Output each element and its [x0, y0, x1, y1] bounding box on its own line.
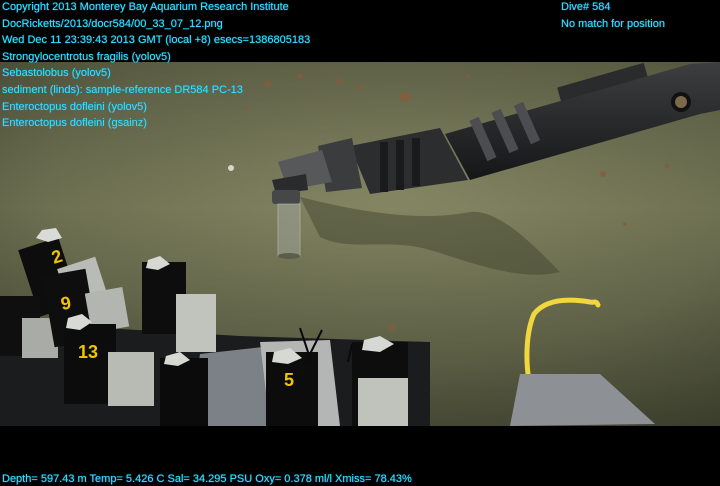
annotation-octopus-gsainz: Enteroctopus dofleini (gsainz) — [2, 117, 147, 130]
core-tube-label-13: 13 — [78, 342, 98, 362]
copyright-line: Copyright 2013 Monterey Bay Aquarium Res… — [2, 1, 289, 13]
dive-number: Dive# 584 — [561, 1, 611, 13]
video-frame: 2 9 13 5 Copyright 2013 Monterey Bay Aqu… — [0, 0, 720, 486]
annotation-urchin: Strongylocentrotus fragilis (yolov5) — [2, 50, 171, 63]
core-tube-front — [160, 352, 208, 426]
position-status: No match for position — [561, 17, 665, 30]
sensor-readout: Depth= 597.43 m Temp= 5.426 C Sal= 34.29… — [2, 473, 412, 485]
core-tube-label-5: 5 — [284, 370, 294, 390]
core-tube-right — [352, 336, 408, 426]
timestamp-line: Wed Dec 11 23:39:43 2013 GMT (local +8) … — [2, 34, 311, 47]
white-shell — [228, 165, 234, 171]
annotation-overlay: Copyright 2013 Monterey Bay Aquarium Res… — [2, 0, 310, 132]
dive-info: Dive# 584 No match for position — [561, 0, 665, 32]
annotation-rockfish: Sebastolobus (yolov5) — [2, 67, 111, 80]
image-path-line: DocRicketts/2013/docr584/00_33_07_12.png — [2, 17, 223, 30]
annotation-octopus-yolo: Enteroctopus dofleini (yolov5) — [2, 100, 147, 113]
annotation-sediment: sediment (linds): sample-reference DR584… — [2, 83, 243, 96]
